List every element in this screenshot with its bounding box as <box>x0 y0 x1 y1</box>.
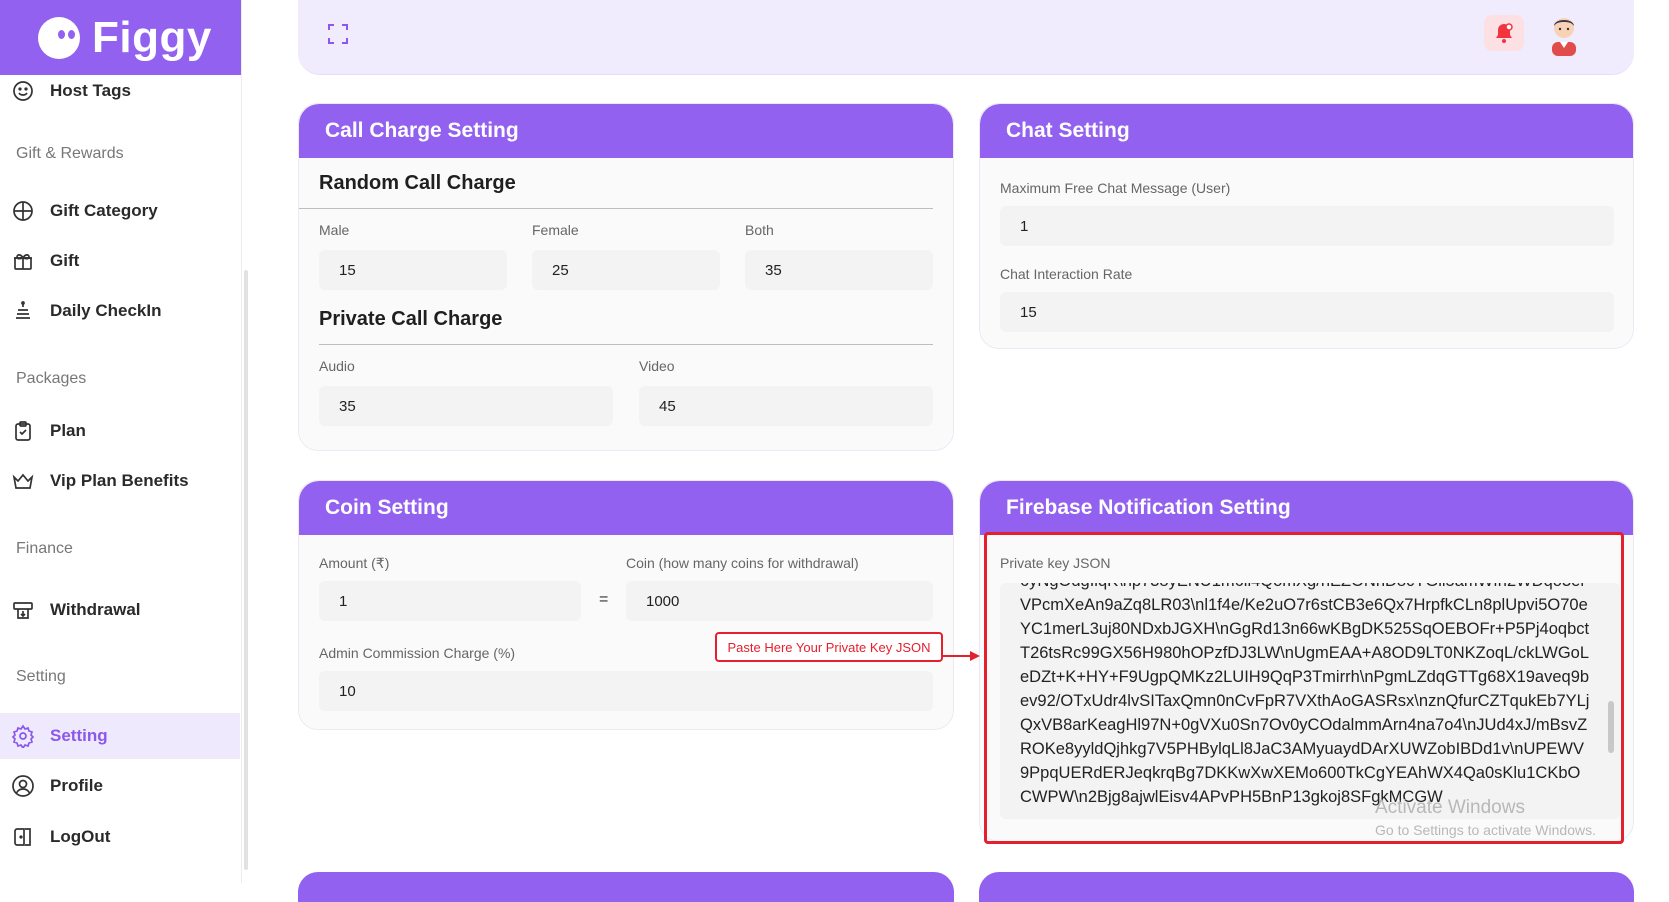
gift-category-icon <box>10 198 36 224</box>
top-bar <box>298 0 1634 75</box>
female-label: Female <box>532 222 579 238</box>
coin-label: Coin (how many coins for withdrawal) <box>626 555 859 571</box>
commission-input[interactable]: 10 <box>319 671 933 711</box>
sidebar-item-setting[interactable]: Setting <box>0 713 240 759</box>
annotation-arrow-icon <box>942 651 980 661</box>
clipboard-icon <box>10 418 36 444</box>
sidebar-item-label: Daily CheckIn <box>50 301 162 320</box>
user-icon <box>10 773 36 799</box>
sidebar-item-plan[interactable]: Plan <box>0 408 240 454</box>
section-packages: Packages <box>16 370 87 387</box>
male-label: Male <box>319 222 350 238</box>
brand[interactable]: Figgy <box>0 0 241 75</box>
sidebar-item-label: Setting <box>50 726 108 745</box>
sidebar-item-label: Host Tags <box>50 81 131 100</box>
gift-icon <box>10 248 36 274</box>
card-title: Chat Setting <box>980 104 1633 158</box>
section-setting: Setting <box>16 668 66 685</box>
card-title: Firebase Notification Setting <box>980 481 1633 535</box>
card-title: Coin Setting <box>299 481 953 535</box>
sidebar-item-label: Withdrawal <box>50 600 141 619</box>
sidebar-item-gift-category[interactable]: Gift Category <box>0 188 240 234</box>
gear-icon <box>10 723 36 749</box>
avatar-icon[interactable] <box>1544 12 1584 56</box>
sidebar-scrollbar[interactable] <box>244 270 248 870</box>
amount-input[interactable]: 1 <box>319 581 581 621</box>
divider <box>319 344 933 345</box>
windows-watermark-title: Activate Windows <box>1375 797 1525 818</box>
sidebar-item-daily-checkin[interactable]: Daily CheckIn <box>0 288 240 334</box>
sidebar-item-label: LogOut <box>50 827 111 846</box>
amount-label: Amount (₹) <box>319 555 390 571</box>
sidebar-item-label: Vip Plan Benefits <box>50 471 189 490</box>
sidebar-item-gift[interactable]: Gift <box>0 238 240 284</box>
chat-rate-input[interactable]: 15 <box>1000 292 1614 332</box>
smile-icon <box>10 78 36 104</box>
annotation-callout: Paste Here Your Private Key JSON <box>715 632 943 662</box>
video-label: Video <box>639 358 675 374</box>
sidebar-item-label: Plan <box>50 421 86 440</box>
max-free-chat-label: Maximum Free Chat Message (User) <box>1000 180 1231 196</box>
commission-label: Admin Commission Charge (%) <box>319 645 516 661</box>
coin-input[interactable]: 1000 <box>626 581 933 621</box>
max-free-chat-input[interactable]: 1 <box>1000 206 1614 246</box>
sidebar-item-logout[interactable]: LogOut <box>0 814 240 860</box>
card-title: Call Charge Setting <box>299 104 953 158</box>
sidebar-item-host-tags[interactable]: Host Tags <box>0 68 240 114</box>
female-input[interactable]: 25 <box>532 250 720 290</box>
section-gift-rewards: Gift & Rewards <box>16 145 124 162</box>
random-call-title: Random Call Charge <box>319 172 516 194</box>
checkin-icon <box>10 298 36 324</box>
audio-input[interactable]: 35 <box>319 386 613 426</box>
next-card-header <box>298 872 954 902</box>
brand-logo-icon <box>38 16 80 59</box>
chat-rate-label: Chat Interaction Rate <box>1000 266 1133 282</box>
coin-setting-card: Coin Setting Amount (₹) Coin (how many c… <box>298 480 954 730</box>
divider <box>299 208 933 209</box>
both-label: Both <box>745 222 774 238</box>
audio-label: Audio <box>319 358 355 374</box>
equals-sign: = <box>599 591 609 608</box>
next-card-header <box>979 872 1634 902</box>
both-input[interactable]: 35 <box>745 250 933 290</box>
chat-setting-card: Chat Setting Maximum Free Chat Message (… <box>979 103 1634 349</box>
crown-icon <box>10 468 36 494</box>
bell-icon <box>1496 23 1513 43</box>
annotation-highlight-box <box>984 532 1624 844</box>
card-body: Random Call Charge Male Female Both 15 2… <box>299 158 953 450</box>
sidebar-item-label: Gift <box>50 251 80 270</box>
private-call-title: Private Call Charge <box>319 308 503 330</box>
logout-icon <box>10 824 36 850</box>
video-input[interactable]: 45 <box>639 386 933 426</box>
male-input[interactable]: 15 <box>319 250 507 290</box>
sidebar-item-profile[interactable]: Profile <box>0 763 240 809</box>
notification-button[interactable] <box>1484 15 1524 51</box>
section-finance: Finance <box>16 540 73 557</box>
sidebar-item-label: Gift Category <box>50 201 158 220</box>
withdrawal-icon <box>10 597 36 623</box>
windows-watermark-subtitle: Go to Settings to activate Windows. <box>1375 822 1596 838</box>
brand-name: Figgy <box>92 12 212 62</box>
call-charge-card: Call Charge Setting Random Call Charge M… <box>298 103 954 451</box>
card-body: Maximum Free Chat Message (User) 1 Chat … <box>980 158 1633 348</box>
sidebar-item-vip-plan-benefits[interactable]: Vip Plan Benefits <box>0 458 240 504</box>
sidebar-item-label: Profile <box>50 776 103 795</box>
expand-icon[interactable] <box>326 22 350 46</box>
sidebar: Figgy Host Tags Gift & Rewards Gift Cate… <box>0 0 242 883</box>
sidebar-item-withdrawal[interactable]: Withdrawal <box>0 587 240 633</box>
